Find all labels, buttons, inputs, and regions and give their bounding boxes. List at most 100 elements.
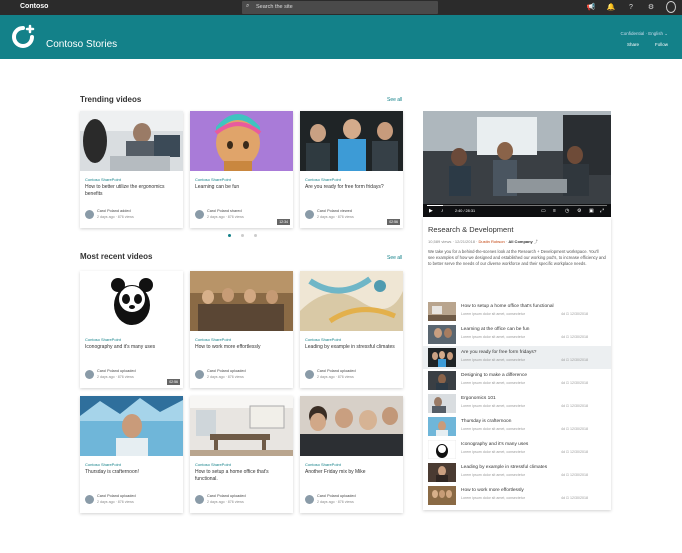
playlist-title: Iconography and it's many uses bbox=[461, 442, 529, 447]
card-source[interactable]: Contoso SharePoint bbox=[85, 337, 121, 342]
card-title[interactable]: How to setup a home office that's functi… bbox=[195, 469, 289, 483]
video-duration: 12:34 bbox=[277, 219, 290, 225]
playlist-meta: 4d ⊡ 12/30/2018 bbox=[561, 404, 588, 408]
card-source[interactable]: Contoso SharePoint bbox=[305, 177, 341, 182]
card-author: Carol Poland viewed bbox=[317, 209, 352, 213]
playlist-item[interactable]: Leading by example in stressful climates… bbox=[423, 461, 611, 484]
video-card[interactable]: 02:56 Contoso SharePoint Are you ready f… bbox=[300, 111, 403, 228]
card-title[interactable]: How to better utilize the ergonomics ben… bbox=[85, 184, 179, 198]
trending-see-all-link[interactable]: See all bbox=[387, 97, 402, 103]
carousel-dot[interactable] bbox=[254, 234, 257, 237]
card-source[interactable]: Contoso SharePoint bbox=[195, 337, 231, 342]
video-thumbnail bbox=[80, 271, 183, 331]
video-card[interactable]: Contoso SharePoint How to better utilize… bbox=[80, 111, 183, 228]
video-card[interactable]: 02:56 Contoso SharePoint Iconography and… bbox=[80, 271, 183, 388]
detail-owner-link[interactable]: Dustin Robson bbox=[479, 239, 505, 244]
recent-see-all-link[interactable]: See all bbox=[387, 255, 402, 261]
playlist-sub: Lorem ipsum dolor sit amet, consectetur bbox=[461, 496, 525, 500]
video-card[interactable]: Contoso SharePoint How to setup a home o… bbox=[190, 396, 293, 513]
video-card[interactable]: Contoso SharePoint Another Friday mix by… bbox=[300, 396, 403, 513]
card-title[interactable]: Another Friday mix by Mike bbox=[305, 469, 399, 476]
carousel-dot[interactable] bbox=[241, 234, 244, 237]
playlist-item[interactable]: Learning at the office can be fun Lorem … bbox=[423, 323, 611, 346]
card-source[interactable]: Contoso SharePoint bbox=[195, 177, 231, 182]
playlist-meta: 4d ⊡ 12/30/2018 bbox=[561, 358, 588, 362]
search-placeholder: Search the site bbox=[256, 4, 293, 10]
playlist-sub: Lorem ipsum dolor sit amet, consectetur bbox=[461, 312, 525, 316]
playlist-item[interactable]: Iconography and it's many uses Lorem ips… bbox=[423, 438, 611, 461]
card-title[interactable]: Learning can be fun bbox=[195, 184, 289, 191]
follow-button[interactable]: Follow bbox=[655, 42, 668, 47]
chapters-icon[interactable]: ≡ bbox=[553, 208, 556, 214]
card-author: Carol Poland uploaded bbox=[207, 494, 246, 498]
playlist-item-selected[interactable]: Are you ready for free form fridays? Lor… bbox=[423, 346, 611, 369]
playlist-meta: 4d ⊡ 12/30/2018 bbox=[561, 335, 588, 339]
detail-views: 10,589 views bbox=[428, 239, 452, 244]
search-icon: ⌕ bbox=[246, 3, 250, 9]
video-thumbnail bbox=[190, 396, 293, 456]
playlist-item[interactable]: Ergonomics 101 Lorem ipsum dolor sit ame… bbox=[423, 392, 611, 415]
avatar-icon[interactable] bbox=[666, 1, 676, 13]
video-thumbnail bbox=[300, 111, 403, 171]
card-source[interactable]: Contoso SharePoint bbox=[305, 337, 341, 342]
playlist-thumbnail bbox=[428, 325, 456, 344]
card-title[interactable]: Leading by example in stressful climates bbox=[305, 344, 399, 351]
card-title[interactable]: Iconography and it's many uses bbox=[85, 344, 179, 351]
suite-brand[interactable]: Contoso bbox=[20, 3, 48, 10]
card-stats: 2 days ago · 876 views bbox=[317, 500, 354, 504]
recent-title: Most recent videos bbox=[80, 252, 153, 261]
search-box[interactable]: ⌕ Search the site bbox=[242, 1, 438, 14]
playlist-thumbnail bbox=[428, 302, 456, 321]
card-title[interactable]: Are you ready for free form fridays? bbox=[305, 184, 399, 191]
video-player[interactable]: ▶ ♪ 2:40 / 28:31 ▭ ≡ ◷ ⚙ ▣ ⤢ bbox=[423, 111, 611, 217]
video-thumbnail bbox=[300, 396, 403, 456]
playlist-item[interactable]: How to setup a home office that's functi… bbox=[423, 300, 611, 323]
site-logo-icon[interactable] bbox=[10, 24, 36, 50]
megaphone-icon[interactable]: 📢 bbox=[586, 3, 596, 11]
card-title[interactable]: How to work more effortlessly bbox=[195, 344, 289, 351]
video-thumbnail bbox=[190, 271, 293, 331]
playlist-item[interactable]: How to work more effortlessly Lorem ipsu… bbox=[423, 484, 611, 507]
card-author: Carol Poland uploaded bbox=[97, 494, 136, 498]
playlist-item[interactable]: Designing to make a difference Lorem ips… bbox=[423, 369, 611, 392]
progress-bar[interactable] bbox=[427, 205, 607, 206]
playlist-thumbnail bbox=[428, 394, 456, 413]
detail-meta: 10,589 views · 12/21/2018 · Dustin Robso… bbox=[428, 239, 538, 244]
video-card[interactable]: Contoso SharePoint Thursday is crafterno… bbox=[80, 396, 183, 513]
detail-group[interactable]: All Company bbox=[508, 239, 532, 244]
playlist-item[interactable]: Thursday is crafternoon Lorem ipsum dolo… bbox=[423, 415, 611, 438]
playlist-meta: 4d ⊡ 12/30/2018 bbox=[561, 312, 588, 316]
share-icon[interactable]: ⤴ bbox=[534, 239, 538, 244]
captions-icon[interactable]: ▭ bbox=[541, 208, 546, 214]
author-avatar bbox=[305, 495, 314, 504]
volume-icon[interactable]: ♪ bbox=[441, 208, 444, 214]
header-meta[interactable]: Confidential · English ⌄ bbox=[620, 31, 668, 37]
share-button[interactable]: Share bbox=[627, 42, 639, 47]
video-card[interactable]: 12:34 Contoso SharePoint Learning can be… bbox=[190, 111, 293, 228]
playlist-thumbnail bbox=[428, 417, 456, 436]
playlist-thumbnail bbox=[428, 463, 456, 482]
carousel-dot[interactable] bbox=[228, 234, 231, 237]
card-source[interactable]: Contoso SharePoint bbox=[195, 462, 231, 467]
card-source[interactable]: Contoso SharePoint bbox=[85, 462, 121, 467]
site-header: Contoso Stories Confidential · English ⌄… bbox=[0, 15, 682, 59]
site-title[interactable]: Contoso Stories bbox=[46, 39, 117, 50]
card-title[interactable]: Thursday is crafternoon! bbox=[85, 469, 179, 476]
playlist-title: Learning at the office can be fun bbox=[461, 327, 530, 332]
help-icon[interactable]: ? bbox=[626, 4, 636, 11]
notification-icon[interactable]: 🔔 bbox=[606, 3, 616, 11]
settings-icon[interactable]: ⚙ bbox=[646, 3, 656, 11]
video-thumbnail bbox=[80, 111, 183, 171]
card-source[interactable]: Contoso SharePoint bbox=[85, 177, 121, 182]
settings-icon[interactable]: ⚙ bbox=[577, 208, 581, 214]
pip-icon[interactable]: ▣ bbox=[589, 208, 594, 214]
player-controls: ▶ ♪ 2:40 / 28:31 ▭ ≡ ◷ ⚙ ▣ ⤢ bbox=[423, 204, 611, 217]
card-source[interactable]: Contoso SharePoint bbox=[305, 462, 341, 467]
fullscreen-icon[interactable]: ⤢ bbox=[600, 208, 604, 214]
player-time: 2:40 / 28:31 bbox=[455, 209, 476, 213]
video-card[interactable]: Contoso SharePoint Leading by example in… bbox=[300, 271, 403, 388]
video-card[interactable]: Contoso SharePoint How to work more effo… bbox=[190, 271, 293, 388]
play-icon[interactable]: ▶ bbox=[429, 208, 433, 214]
speed-icon[interactable]: ◷ bbox=[565, 208, 569, 214]
card-author: Carol Poland uploaded bbox=[317, 494, 356, 498]
